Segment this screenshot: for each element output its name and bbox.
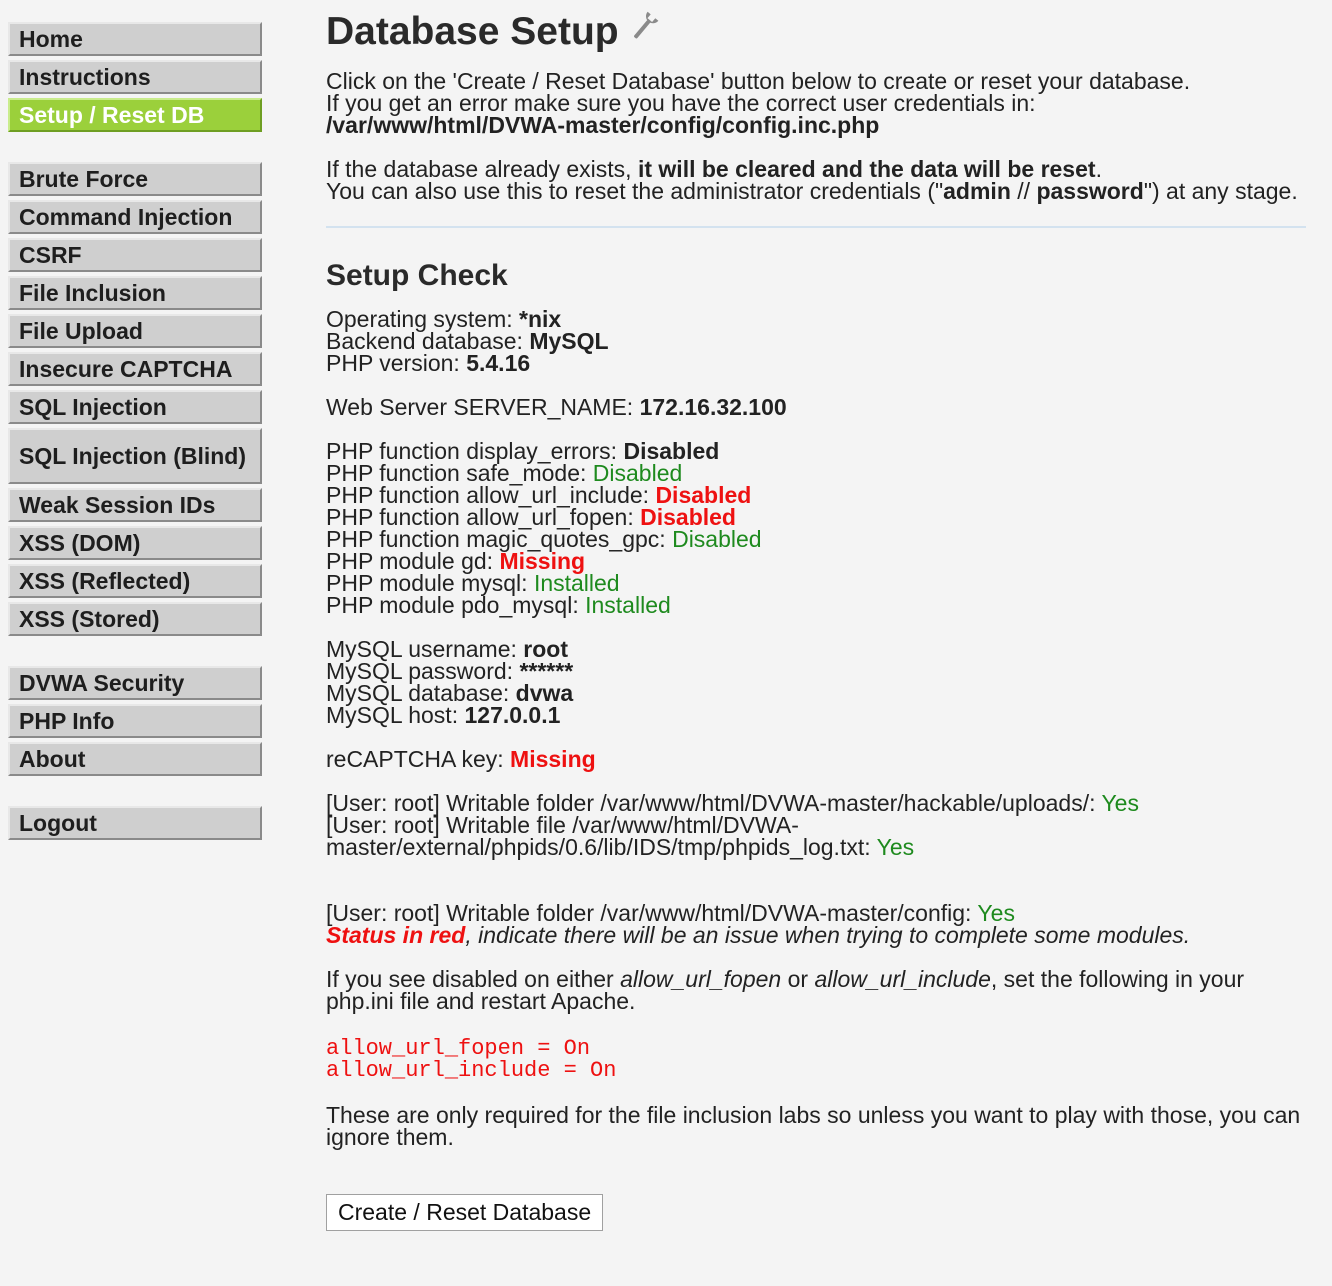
php-version-value: 5.4.16 xyxy=(466,350,531,376)
mysql-module-row: PHP module mysql: Installed xyxy=(326,572,1306,595)
create-reset-database-button[interactable]: Create / Reset Database xyxy=(326,1194,604,1231)
writable-phpids-row: [User: root] Writable file /var/www/html… xyxy=(326,812,986,860)
nav-group-logout: Logout xyxy=(8,806,262,840)
allow-url-fopen-row: PHP function allow_url_fopen: Disabled xyxy=(326,506,1306,529)
disabled-note: If you see disabled on either allow_url_… xyxy=(326,966,1306,1013)
db-value: MySQL xyxy=(529,328,609,354)
sidebar-menu: Home Instructions Setup / Reset DB Brute… xyxy=(8,22,262,866)
nav-about[interactable]: About xyxy=(8,742,262,776)
disabled-note-block: If you see disabled on either allow_url_… xyxy=(326,966,1306,1013)
server-name-block: Web Server SERVER_NAME: 172.16.32.100 xyxy=(326,394,1306,420)
gd-module-row: PHP module gd: Missing xyxy=(326,550,1306,573)
mysql-username-row: MySQL username: root xyxy=(326,638,1306,661)
setup-check-heading: Setup Check xyxy=(326,259,508,292)
disabled-note-fopen: allow_url_fopen xyxy=(620,966,782,992)
footer-note-block: These are only required for the file inc… xyxy=(326,1102,1306,1150)
mysql-database-row: MySQL database: dvwa xyxy=(326,682,1306,705)
nav-csrf[interactable]: CSRF xyxy=(8,238,262,272)
writable-phpids-label: [User: root] Writable file /var/www/html… xyxy=(326,812,877,860)
intro-line-1: Click on the 'Create / Reset Database' b… xyxy=(326,68,1191,94)
safe-mode-row: PHP function safe_mode: Disabled xyxy=(326,462,1306,485)
writable-phpids-value: Yes xyxy=(876,834,915,860)
reset-warning-block: If the database already exists, it will … xyxy=(326,158,1306,204)
admin-cred-sep: // xyxy=(1010,178,1037,204)
admin-cred-pass: password xyxy=(1036,178,1144,204)
mysql-password-row: MySQL password: ****** xyxy=(326,660,1306,683)
intro-line-2: If you get an error make sure you have t… xyxy=(326,90,1036,116)
recaptcha-row: reCAPTCHA key: Missing xyxy=(326,746,1306,772)
php-version-label: PHP version: xyxy=(326,350,467,376)
nav-xss-dom[interactable]: XSS (DOM) xyxy=(8,526,262,560)
nav-file-upload[interactable]: File Upload xyxy=(8,314,262,348)
php-ini-code-block: allow_url_fopen = On allow_url_include =… xyxy=(326,1038,1306,1082)
admin-cred-post: ") at any stage. xyxy=(1143,178,1298,204)
status-note-text: , indicate there will be an issue when t… xyxy=(465,922,1191,948)
recaptcha-label: reCAPTCHA key: xyxy=(326,746,511,772)
db-row: Backend database: MySQL xyxy=(326,328,1306,354)
writable-block: [User: root] Writable folder /var/www/ht… xyxy=(326,790,1306,860)
pdo-mysql-label: PHP module pdo_mysql: xyxy=(326,592,586,618)
writable-uploads-value: Yes xyxy=(1101,790,1139,816)
code-line-include: allow_url_include = On xyxy=(326,1058,617,1083)
recaptcha-value: Missing xyxy=(510,746,596,772)
nav-dvwa-security[interactable]: DVWA Security xyxy=(8,666,262,700)
nav-group-vulnerabilities: Brute Force Command Injection CSRF File … xyxy=(8,162,262,636)
nav-instructions[interactable]: Instructions xyxy=(8,60,262,94)
magic-quotes-row: PHP function magic_quotes_gpc: Disabled xyxy=(326,526,1306,552)
status-note: Status in red, indicate there will be an… xyxy=(326,922,1306,948)
admin-cred-user: admin xyxy=(943,178,1011,204)
recaptcha-block: reCAPTCHA key: Missing xyxy=(326,746,1306,772)
server-name-row: Web Server SERVER_NAME: 172.16.32.100 xyxy=(326,394,1306,420)
footer-note: These are only required for the file inc… xyxy=(326,1102,1301,1150)
magic-quotes-value: Disabled xyxy=(672,526,762,552)
mysql-credentials-block: MySQL username: root MySQL password: ***… xyxy=(326,638,1306,728)
wrench-icon xyxy=(627,8,661,56)
nav-group-settings: DVWA Security PHP Info About xyxy=(8,666,262,776)
nav-php-info[interactable]: PHP Info xyxy=(8,704,262,738)
pdo-mysql-row: PHP module pdo_mysql: Installed xyxy=(326,592,1306,618)
main-content: Database Setup Click on the 'Create / Re… xyxy=(326,8,1306,1231)
system-info-block: Operating system: *nix Backend database:… xyxy=(326,308,1306,376)
nav-command-injection[interactable]: Command Injection xyxy=(8,200,262,234)
nav-xss-stored[interactable]: XSS (Stored) xyxy=(8,602,262,636)
mysql-host-label: MySQL host: xyxy=(326,702,465,728)
writable-uploads-row: [User: root] Writable folder /var/www/ht… xyxy=(326,790,1306,816)
allow-url-include-row: PHP function allow_url_include: Disabled xyxy=(326,484,1306,507)
nav-insecure-captcha[interactable]: Insecure CAPTCHA xyxy=(8,352,262,386)
code-line-fopen: allow_url_fopen = On xyxy=(326,1036,591,1061)
divider xyxy=(326,226,1306,228)
admin-cred-pre: You can also use this to reset the admin… xyxy=(326,178,944,204)
nav-sql-injection-blind[interactable]: SQL Injection (Blind) xyxy=(8,428,262,484)
display-errors-row: PHP function display_errors: Disabled xyxy=(326,440,1306,463)
writable-config-row: [User: root] Writable folder /var/www/ht… xyxy=(326,902,1306,925)
disabled-note-or: or xyxy=(781,966,815,992)
page-title: Database Setup xyxy=(326,10,619,53)
disabled-note-include: allow_url_include xyxy=(814,966,991,992)
server-name-value: 172.16.32.100 xyxy=(639,394,787,420)
nav-brute-force[interactable]: Brute Force xyxy=(8,162,262,196)
config-writable-block: [User: root] Writable folder /var/www/ht… xyxy=(326,902,1306,948)
page-title-row: Database Setup xyxy=(326,8,1306,56)
reset-warning-line: If the database already exists, it will … xyxy=(326,158,1306,181)
nav-group-main: Home Instructions Setup / Reset DB xyxy=(8,22,262,132)
config-path: /var/www/html/DVWA-master/config/config.… xyxy=(326,112,880,138)
status-red-text: Status in red xyxy=(326,922,466,948)
nav-file-inclusion[interactable]: File Inclusion xyxy=(8,276,262,310)
nav-weak-session-ids[interactable]: Weak Session IDs xyxy=(8,488,262,522)
server-name-label: Web Server SERVER_NAME: xyxy=(326,394,640,420)
intro-block: Click on the 'Create / Reset Database' b… xyxy=(326,68,1306,138)
os-row: Operating system: *nix xyxy=(326,308,1306,331)
mysql-host-row: MySQL host: 127.0.0.1 xyxy=(326,702,1306,728)
nav-home[interactable]: Home xyxy=(8,22,262,56)
nav-sql-injection[interactable]: SQL Injection xyxy=(8,390,262,424)
admin-credentials-line: You can also use this to reset the admin… xyxy=(326,178,1306,204)
nav-xss-reflected[interactable]: XSS (Reflected) xyxy=(8,564,262,598)
mysql-host-value: 127.0.0.1 xyxy=(464,702,561,728)
pdo-mysql-value: Installed xyxy=(585,592,671,618)
nav-setup-reset-db[interactable]: Setup / Reset DB xyxy=(8,98,262,132)
php-version-row: PHP version: 5.4.16 xyxy=(326,350,1306,376)
php-functions-block: PHP function display_errors: Disabled PH… xyxy=(326,440,1306,618)
nav-logout[interactable]: Logout xyxy=(8,806,262,840)
